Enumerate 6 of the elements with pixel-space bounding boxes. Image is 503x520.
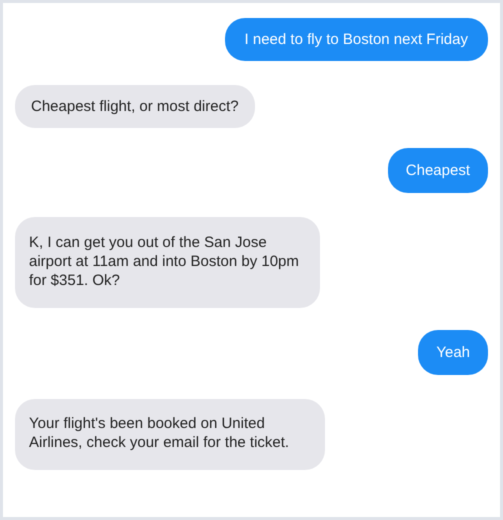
message-bubble: Your flight's been booked on United Airlines, check your email for the ticket.	[15, 399, 325, 470]
message-bubble: K, I can get you out of the San Jose airport at 11am and into Boston by 10pm for $351. Ok?	[15, 217, 320, 308]
message-bubble: I need to fly to Boston next Friday	[224, 18, 488, 61]
message-bubble: Cheapest flight, or most direct?	[15, 85, 255, 128]
message-bubble: Yeah	[418, 330, 488, 375]
message-bubble: Cheapest	[388, 148, 488, 193]
